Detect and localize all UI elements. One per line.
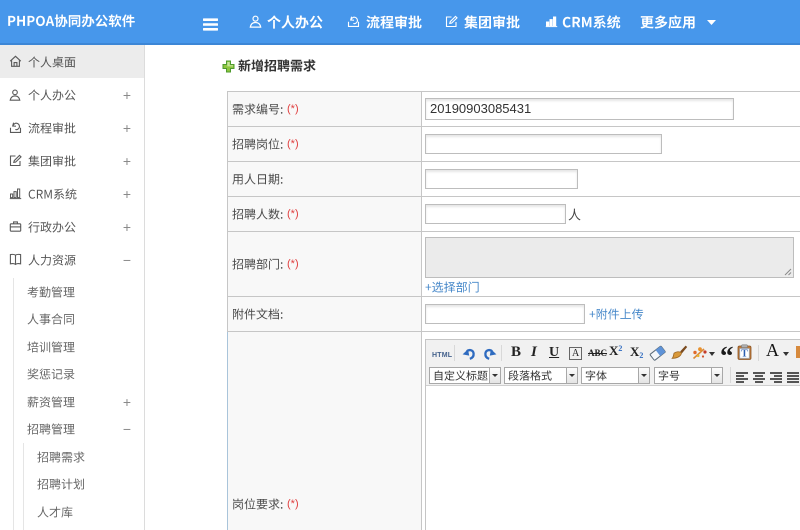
svg-text:T: T	[741, 348, 748, 359]
